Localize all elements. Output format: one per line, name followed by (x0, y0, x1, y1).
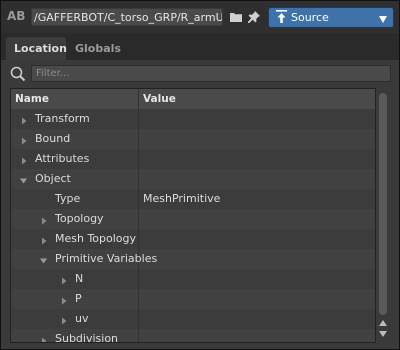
column-divider (138, 289, 139, 309)
source-icon (276, 10, 287, 24)
table-row[interactable]: Subdivision (11, 329, 375, 343)
column-divider (138, 309, 139, 329)
row-name: Object (35, 172, 71, 185)
pin-icon[interactable] (247, 10, 261, 24)
tab-globals[interactable]: Globals (67, 37, 129, 60)
table-row[interactable]: Primitive Variables (11, 249, 375, 269)
tab-location[interactable]: Location (6, 37, 67, 60)
collapsed-arrow-icon[interactable] (40, 235, 48, 245)
row-name: Primitive Variables (55, 252, 158, 265)
toolbar: AB /GAFFERBOT/C_torso_GRP/R_armUp... Sou… (1, 1, 399, 33)
vertical-scrollbar[interactable] (377, 90, 389, 337)
table-row[interactable]: Transform (11, 109, 375, 129)
column-header-value[interactable]: Value (143, 93, 176, 105)
row-name: Attributes (35, 152, 90, 165)
filter-input[interactable] (31, 65, 391, 82)
collapsed-arrow-icon[interactable] (60, 275, 68, 285)
column-divider[interactable] (138, 89, 139, 109)
column-divider (138, 169, 139, 189)
collapsed-arrow-icon[interactable] (20, 115, 28, 125)
column-divider (138, 229, 139, 249)
row-value: MeshPrimitive (143, 192, 221, 205)
row-name: P (75, 292, 82, 305)
expanded-arrow-icon[interactable] (40, 255, 48, 264)
scene-inspector-panel: AB /GAFFERBOT/C_torso_GRP/R_armUp... Sou… (0, 0, 400, 350)
source-dropdown[interactable]: Source (268, 7, 394, 28)
collapsed-arrow-icon[interactable] (60, 295, 68, 305)
scroll-thumb[interactable] (379, 93, 387, 315)
row-name: Bound (35, 132, 71, 145)
table-row[interactable]: Bound (11, 129, 375, 149)
column-divider (138, 329, 139, 342)
scroll-up-icon[interactable] (378, 317, 388, 326)
collapsed-arrow-icon[interactable] (20, 155, 28, 165)
table-row[interactable]: Mesh Topology (11, 229, 375, 249)
table-row[interactable]: P (11, 289, 375, 309)
row-name: N (75, 272, 84, 285)
row-name: Mesh Topology (55, 232, 137, 245)
column-divider (138, 209, 139, 229)
collapsed-arrow-icon[interactable] (20, 135, 28, 145)
row-name: Topology (55, 212, 104, 225)
scroll-down-icon[interactable] (378, 328, 388, 337)
row-name: Transform (35, 112, 90, 125)
collapsed-arrow-icon[interactable] (60, 315, 68, 325)
column-header-name[interactable]: Name (15, 93, 49, 105)
tab-bar: Location Globals (1, 33, 399, 60)
chevron-down-icon (379, 13, 387, 26)
property-table: Name Value Transform Bound Attributes Objec… (10, 88, 376, 343)
expanded-arrow-icon[interactable] (20, 175, 28, 184)
column-divider (138, 129, 139, 149)
path-field[interactable]: /GAFFERBOT/C_torso_GRP/R_armUp... (31, 8, 223, 26)
column-divider (138, 109, 139, 129)
column-divider (138, 269, 139, 289)
ab-label[interactable]: AB (7, 9, 25, 23)
table-body: Transform Bound Attributes Object Type MeshPr… (11, 109, 375, 343)
column-divider (138, 189, 139, 209)
table-header: Name Value (11, 89, 375, 110)
table-row[interactable]: Object (11, 169, 375, 189)
row-name: Subdivision (55, 332, 119, 343)
collapsed-arrow-icon[interactable] (40, 215, 48, 225)
row-name: uv (75, 312, 89, 325)
table-row[interactable]: Attributes (11, 149, 375, 169)
row-name: Type (55, 192, 81, 205)
collapsed-arrow-icon[interactable] (40, 335, 48, 342)
table-row[interactable]: N (11, 269, 375, 289)
search-icon (10, 66, 26, 82)
column-divider (138, 149, 139, 169)
folder-icon[interactable] (229, 10, 243, 24)
table-row[interactable]: Type MeshPrimitive (11, 189, 375, 209)
table-row[interactable]: Topology (11, 209, 375, 229)
source-label: Source (291, 11, 329, 24)
table-row[interactable]: uv (11, 309, 375, 329)
